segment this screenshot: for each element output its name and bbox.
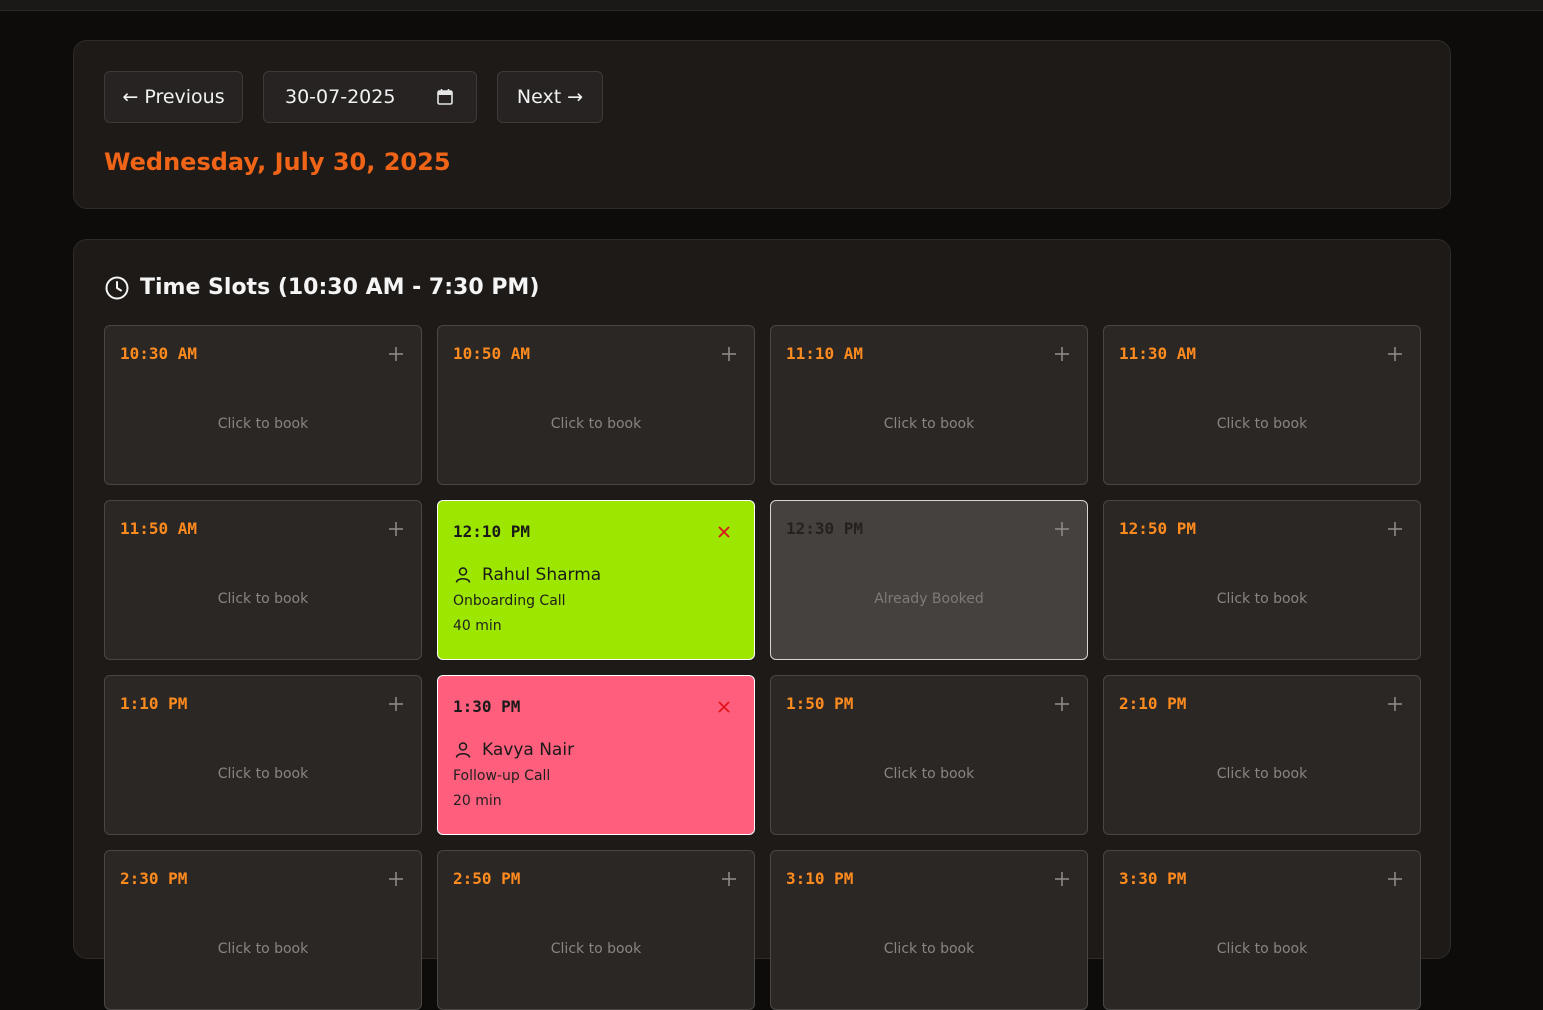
- available-time-slot[interactable]: 10:30 AM Click to book: [104, 325, 422, 485]
- available-time-slot[interactable]: 3:30 PM Click to book: [1103, 850, 1421, 1010]
- available-time-slot[interactable]: 1:10 PM Click to book: [104, 675, 422, 835]
- user-icon: [455, 742, 471, 758]
- time-slots-card: Time Slots (10:30 AM - 7:30 PM) 10:30 AM…: [73, 239, 1451, 1010]
- booking-duration: 40 min: [453, 618, 502, 634]
- click-to-book-label: Click to book: [1216, 941, 1308, 957]
- unavailable-time-slot: 12:30 PM Already Booked: [770, 500, 1088, 660]
- click-to-book-label: Click to book: [550, 941, 642, 957]
- previous-day-button[interactable]: ← Previous: [104, 71, 243, 123]
- click-to-book-label: Click to book: [883, 416, 975, 432]
- slot-time: 1:50 PM: [786, 694, 854, 713]
- booking-duration: 20 min: [453, 793, 502, 809]
- slot-time: 3:30 PM: [1119, 869, 1187, 888]
- plus-icon: [1388, 347, 1402, 361]
- clock-icon: [105, 276, 129, 300]
- plus-icon: [1055, 522, 1069, 536]
- slot-time: 12:10 PM: [453, 522, 531, 541]
- click-to-book-label: Click to book: [1216, 416, 1308, 432]
- top-bar: [0, 0, 1543, 11]
- click-to-book-label: Click to book: [550, 416, 642, 432]
- slot-time: 12:30 PM: [786, 519, 864, 538]
- plus-icon: [1388, 872, 1402, 886]
- plus-icon: [1388, 697, 1402, 711]
- client-name: Rahul Sharma: [482, 565, 602, 585]
- cancel-booking-icon[interactable]: [716, 699, 732, 715]
- slot-time: 10:30 AM: [120, 344, 198, 363]
- plus-icon: [389, 522, 403, 536]
- slot-time: 10:50 AM: [453, 344, 531, 363]
- plus-icon: [722, 872, 736, 886]
- plus-icon: [389, 347, 403, 361]
- available-time-slot[interactable]: 10:50 AM Click to book: [437, 325, 755, 485]
- slot-time: 11:50 AM: [120, 519, 198, 538]
- slot-status-label: Already Booked: [874, 591, 984, 607]
- click-to-book-label: Click to book: [1216, 766, 1308, 782]
- booked-time-slot[interactable]: 1:30 PM Kavya Nair Follow-up Call 20 min: [437, 675, 755, 835]
- booking-type: Follow-up Call: [453, 768, 551, 784]
- slot-time: 11:10 AM: [786, 344, 864, 363]
- available-time-slot[interactable]: 2:30 PM Click to book: [104, 850, 422, 1010]
- client-name: Kavya Nair: [482, 740, 575, 760]
- date-input-value: 30-07-2025: [285, 86, 396, 108]
- slot-time: 2:50 PM: [453, 869, 521, 888]
- available-time-slot[interactable]: 11:30 AM Click to book: [1103, 325, 1421, 485]
- slot-time: 2:10 PM: [1119, 694, 1187, 713]
- user-icon: [455, 567, 471, 583]
- available-time-slot[interactable]: 11:10 AM Click to book: [770, 325, 1088, 485]
- time-slots-header: Time Slots (10:30 AM - 7:30 PM): [104, 273, 539, 303]
- available-time-slot[interactable]: 3:10 PM Click to book: [770, 850, 1088, 1010]
- slot-time: 2:30 PM: [120, 869, 188, 888]
- click-to-book-label: Click to book: [1216, 591, 1308, 607]
- time-slot-grid: 10:30 AM Click to book 10:50 AM Click to bo…: [104, 325, 1421, 1010]
- click-to-book-label: Click to book: [217, 416, 309, 432]
- date-navigation-card: ← Previous 30-07-2025 Next → Wednesday, …: [73, 40, 1451, 209]
- available-time-slot[interactable]: 12:50 PM Click to book: [1103, 500, 1421, 660]
- click-to-book-label: Click to book: [217, 941, 309, 957]
- client-row: Rahul Sharma: [453, 564, 601, 586]
- next-day-button[interactable]: Next →: [497, 71, 603, 123]
- plus-icon: [1055, 872, 1069, 886]
- cancel-booking-icon[interactable]: [716, 524, 732, 540]
- time-slots-title: Time Slots (10:30 AM - 7:30 PM): [140, 275, 540, 300]
- available-time-slot[interactable]: 2:50 PM Click to book: [437, 850, 755, 1010]
- plus-icon: [389, 697, 403, 711]
- slot-time: 1:30 PM: [453, 697, 521, 716]
- available-time-slot[interactable]: 2:10 PM Click to book: [1103, 675, 1421, 835]
- slot-time: 11:30 AM: [1119, 344, 1197, 363]
- selected-date-heading: Wednesday, July 30, 2025: [104, 148, 451, 176]
- click-to-book-label: Click to book: [217, 591, 309, 607]
- click-to-book-label: Click to book: [883, 766, 975, 782]
- booked-time-slot[interactable]: 12:10 PM Rahul Sharma Onboarding Call 40 mi…: [437, 500, 755, 660]
- plus-icon: [1055, 697, 1069, 711]
- client-row: Kavya Nair: [453, 739, 574, 761]
- available-time-slot[interactable]: 11:50 AM Click to book: [104, 500, 422, 660]
- date-input[interactable]: 30-07-2025: [263, 71, 477, 123]
- plus-icon: [389, 872, 403, 886]
- available-time-slot[interactable]: 1:50 PM Click to book: [770, 675, 1088, 835]
- booking-type: Onboarding Call: [453, 593, 566, 609]
- plus-icon: [1388, 522, 1402, 536]
- calendar-icon[interactable]: [436, 88, 454, 106]
- slot-time: 12:50 PM: [1119, 519, 1197, 538]
- plus-icon: [722, 347, 736, 361]
- slot-time: 3:10 PM: [786, 869, 854, 888]
- slot-time: 1:10 PM: [120, 694, 188, 713]
- click-to-book-label: Click to book: [217, 766, 309, 782]
- plus-icon: [1055, 347, 1069, 361]
- click-to-book-label: Click to book: [883, 941, 975, 957]
